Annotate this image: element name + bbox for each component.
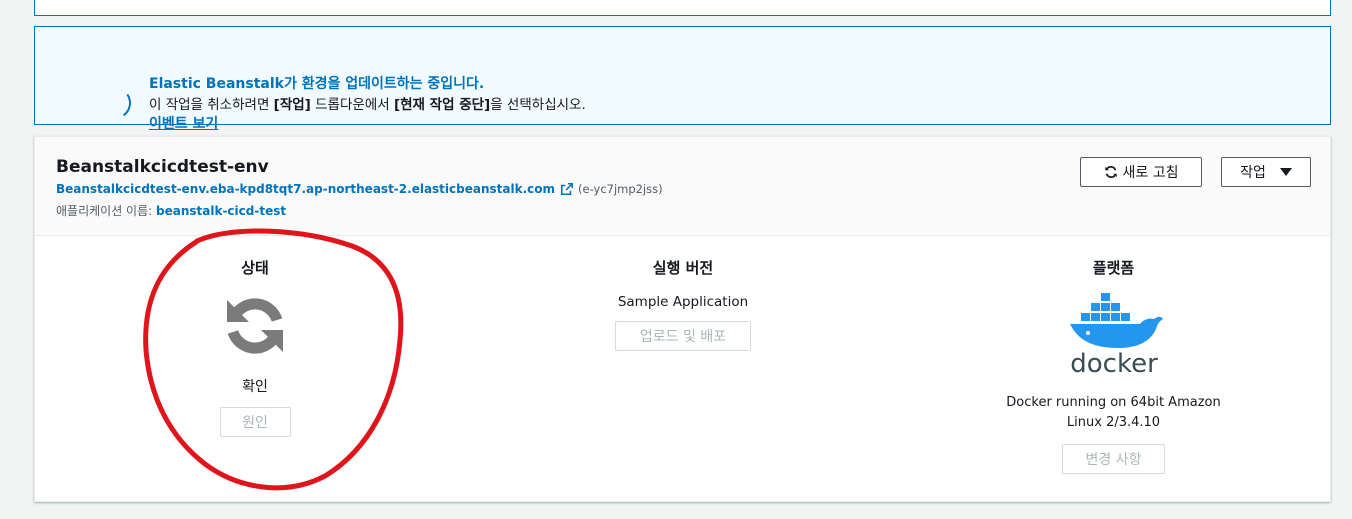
loading-spinner-icon [96, 84, 134, 122]
environment-id: (e-yc7jmp2jss) [578, 182, 663, 196]
change-platform-button[interactable]: 변경 사항 [1062, 444, 1165, 474]
health-status: 확인 [242, 379, 268, 395]
external-link-icon[interactable] [560, 182, 574, 196]
view-events-link[interactable]: 이벤트 보기 [149, 113, 218, 133]
environment-name: Beanstalkcicdtest-env [56, 157, 269, 177]
environment-overview-card: Beanstalkcicdtest-env Beanstalkcicdtest-… [34, 136, 1331, 502]
refresh-icon [1104, 166, 1117, 178]
application-name-label: 애플리케이션 이름: [56, 204, 156, 218]
actions-button-label: 작업 [1240, 165, 1266, 181]
health-title: 상태 [241, 259, 269, 277]
health-column: 상태 확인 원인 [35, 236, 475, 437]
refresh-button[interactable]: 새로 고침 [1080, 157, 1202, 187]
upload-and-deploy-button[interactable]: 업로드 및 배포 [615, 321, 751, 351]
update-flash-banner: Elastic Beanstalk가 환경을 업데이트하는 중입니다. 이 작업… [34, 26, 1331, 132]
health-sync-icon [227, 298, 283, 354]
platform-title: 플랫폼 [1092, 259, 1135, 277]
running-version-column: 실행 버전 Sample Application 업로드 및 배포 [465, 236, 901, 351]
environment-url-row: Beanstalkcicdtest-env.eba-kpd8tqt7.ap-no… [56, 182, 663, 196]
caret-down-icon [1279, 168, 1292, 176]
platform-column: 플랫폼 docker Docker running on 64bit Amazo… [895, 236, 1332, 474]
docker-logo-icon: docker [1069, 293, 1163, 379]
running-version-value: Sample Application [617, 294, 749, 310]
flash-message: 이 작업을 취소하려면 [작업] 드롭다운에서 [현재 작업 중단]을 선택하십… [149, 97, 586, 113]
application-name-link[interactable]: beanstalk-cicd-test [156, 204, 286, 218]
running-version-title: 실행 버전 [652, 259, 714, 277]
refresh-button-label: 새로 고침 [1122, 165, 1179, 181]
application-name-row: 애플리케이션 이름: beanstalk-cicd-test [56, 202, 286, 219]
previous-panel [34, 0, 1331, 16]
docker-logo-text: docker [1070, 349, 1158, 379]
flash-title: Elastic Beanstalk가 환경을 업데이트하는 중입니다. [149, 76, 485, 92]
platform-description: Docker running on 64bit Amazon Linux 2/3… [1006, 395, 1221, 430]
environment-header: Beanstalkcicdtest-env Beanstalkcicdtest-… [35, 137, 1330, 236]
causes-button[interactable]: 원인 [219, 407, 291, 437]
actions-dropdown-button[interactable]: 작업 [1221, 157, 1311, 187]
environment-url-link[interactable]: Beanstalkcicdtest-env.eba-kpd8tqt7.ap-no… [56, 182, 555, 196]
